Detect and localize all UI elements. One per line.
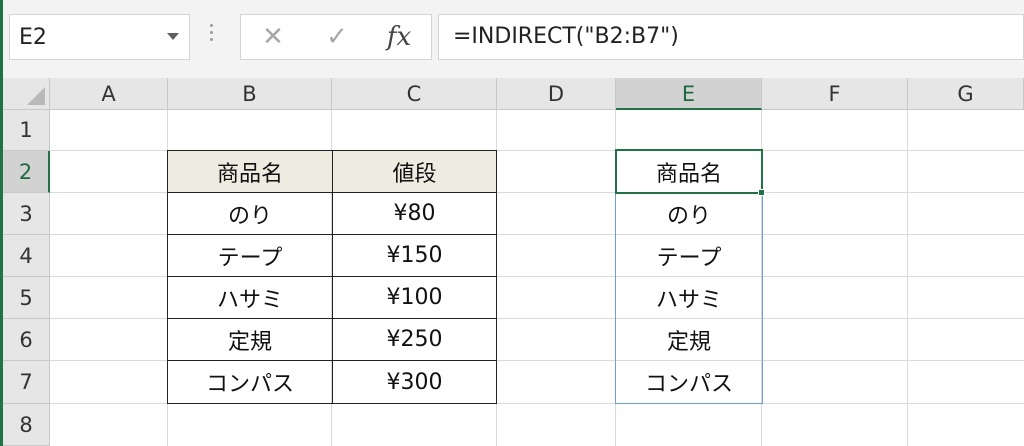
gridline: [907, 110, 908, 446]
cell-b4[interactable]: テープ: [167, 234, 333, 277]
row-header-7[interactable]: 7: [3, 361, 50, 404]
cell-e7[interactable]: コンパス: [616, 361, 762, 403]
formula-buttons: ✕ ✓ fx: [240, 14, 432, 60]
cell-c4[interactable]: ¥150: [332, 234, 497, 277]
column-header-f[interactable]: F: [762, 78, 908, 110]
column-header-g[interactable]: G: [908, 78, 1024, 110]
column-header-b[interactable]: B: [168, 78, 332, 110]
column-header-a[interactable]: A: [50, 78, 168, 110]
formula-input[interactable]: =INDIRECT("B2:B7"): [438, 14, 1024, 60]
column-header-c[interactable]: C: [332, 78, 497, 110]
cell-b2[interactable]: 商品名: [167, 150, 333, 193]
cell-e6[interactable]: 定規: [616, 319, 762, 361]
check-icon[interactable]: ✓: [317, 21, 357, 53]
row-header-2[interactable]: 2: [3, 151, 50, 193]
cell-e3[interactable]: のり: [616, 193, 762, 235]
close-icon[interactable]: ✕: [253, 21, 293, 53]
cell-e5[interactable]: ハサミ: [616, 277, 762, 319]
row-header-4[interactable]: 4: [3, 235, 50, 277]
cell-b3[interactable]: のり: [167, 192, 333, 235]
cell-c6[interactable]: ¥250: [332, 318, 497, 361]
name-box-value: E2: [19, 25, 47, 50]
row-header-5[interactable]: 5: [3, 277, 50, 319]
row-header-6[interactable]: 6: [3, 319, 50, 361]
cell-c7[interactable]: ¥300: [332, 360, 497, 404]
select-all-icon: [27, 87, 45, 105]
drag-handle-icon[interactable]: [210, 24, 214, 50]
cell-c5[interactable]: ¥100: [332, 276, 497, 319]
formula-text: =INDIRECT("B2:B7"): [453, 24, 679, 49]
column-header-e[interactable]: E: [616, 78, 762, 110]
cell-c3[interactable]: ¥80: [332, 192, 497, 235]
active-cell-border: [615, 149, 763, 194]
row-header-8[interactable]: 8: [3, 404, 50, 446]
insert-function-button[interactable]: fx: [379, 21, 419, 53]
row-header-1[interactable]: 1: [3, 110, 50, 151]
cell-c2[interactable]: 値段: [332, 150, 497, 193]
formula-bar: E2 ✕ ✓ fx =INDIRECT("B2:B7"): [3, 0, 1024, 78]
select-all-button[interactable]: [3, 78, 50, 110]
row-header-3[interactable]: 3: [3, 193, 50, 235]
cell-b6[interactable]: 定規: [167, 318, 333, 361]
chevron-down-icon[interactable]: [167, 33, 179, 40]
column-header-d[interactable]: D: [497, 78, 616, 110]
fill-handle[interactable]: [758, 189, 765, 196]
cell-b5[interactable]: ハサミ: [167, 276, 333, 319]
cell-b7[interactable]: コンパス: [167, 360, 333, 404]
cell-e4[interactable]: テープ: [616, 235, 762, 277]
name-box[interactable]: E2: [9, 14, 190, 60]
